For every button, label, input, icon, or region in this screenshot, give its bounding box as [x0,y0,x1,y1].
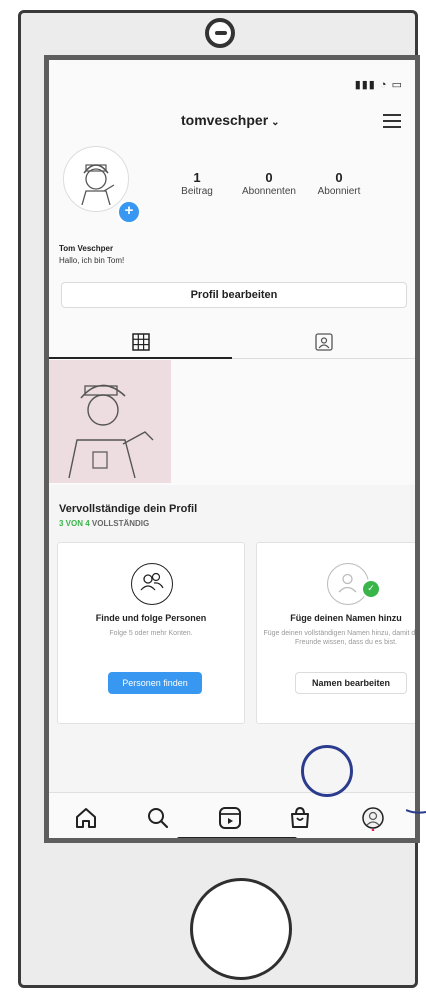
completion-title: Vervollständige dein Profil [59,503,198,515]
profile-icon[interactable] [360,805,386,831]
username-label: tomveschper [181,112,269,128]
tab-tagged[interactable] [232,328,415,358]
home-icon[interactable] [73,805,99,831]
bottom-nav [49,792,415,838]
chevron-down-icon: ⌄ [271,117,280,128]
grid-icon [131,333,150,351]
stat-label: Abonnenten [242,186,296,197]
status-bar: ▮▮▮ ◔ ▭ [354,79,403,91]
avatar[interactable] [63,146,129,212]
home-indicator [177,837,297,838]
progress-rest: VOLLSTÄNDIG [89,519,150,528]
speaker-icon [205,18,235,48]
edit-profile-button[interactable]: Profil bearbeiten [61,282,407,308]
stat-label: Abonniert [317,186,361,197]
stat-posts[interactable]: 1 Beitrag [157,170,237,197]
stat-following[interactable]: 0 Abonniert [299,170,379,197]
stat-label: Beitrag [181,186,213,197]
profile-name: Tom Veschper [59,244,114,253]
tagged-icon [314,333,333,351]
app-screen: ▮▮▮ ◔ ▭ tomveschper ⌄ + 1 Beitrag 0 Abonn… [44,55,420,843]
post-drawing [68,384,154,479]
avatar-drawing [81,164,115,206]
edit-name-button[interactable]: Namen bearbeiten [295,672,407,694]
highlight-ring [301,745,353,797]
hamburger-menu-icon[interactable] [383,110,401,132]
find-people-button[interactable]: Personen finden [108,672,202,694]
add-story-button[interactable]: + [117,200,141,224]
username-switcher[interactable]: tomveschper ⌄ [181,112,280,128]
stat-count: 0 [335,170,343,185]
post-thumbnail[interactable] [49,360,171,483]
home-button[interactable] [190,878,292,980]
completion-progress: 3 VON 4 VOLLSTÄNDIG [59,519,149,528]
search-icon[interactable] [145,805,171,831]
active-tab-indicator [49,357,232,359]
tab-grid[interactable] [49,328,232,358]
stat-followers[interactable]: 0 Abonnenten [229,170,309,197]
add-name-card: ✓ Füge deinen Namen hinzu Füge deinen vo… [256,542,420,724]
shop-icon[interactable] [287,805,313,831]
stat-count: 1 [193,170,201,185]
stat-count: 0 [265,170,273,185]
reels-icon[interactable] [217,805,243,831]
card-description: Füge deinen vollständigen Namen hinzu, d… [263,630,420,646]
pointer-line [406,809,426,814]
card-description: Folge 5 oder mehr Konten. [109,630,193,637]
profile-bio: Hallo, ich bin Tom! [59,256,125,265]
card-title: Finde und folge Personen [95,613,207,623]
progress-highlight: 3 VON 4 [59,519,90,528]
people-icon [131,563,173,605]
find-people-card: Finde und folge Personen Folge 5 oder me… [57,542,245,724]
checkmark-icon: ✓ [361,579,381,599]
card-title: Füge deinen Namen hinzu [290,613,402,623]
